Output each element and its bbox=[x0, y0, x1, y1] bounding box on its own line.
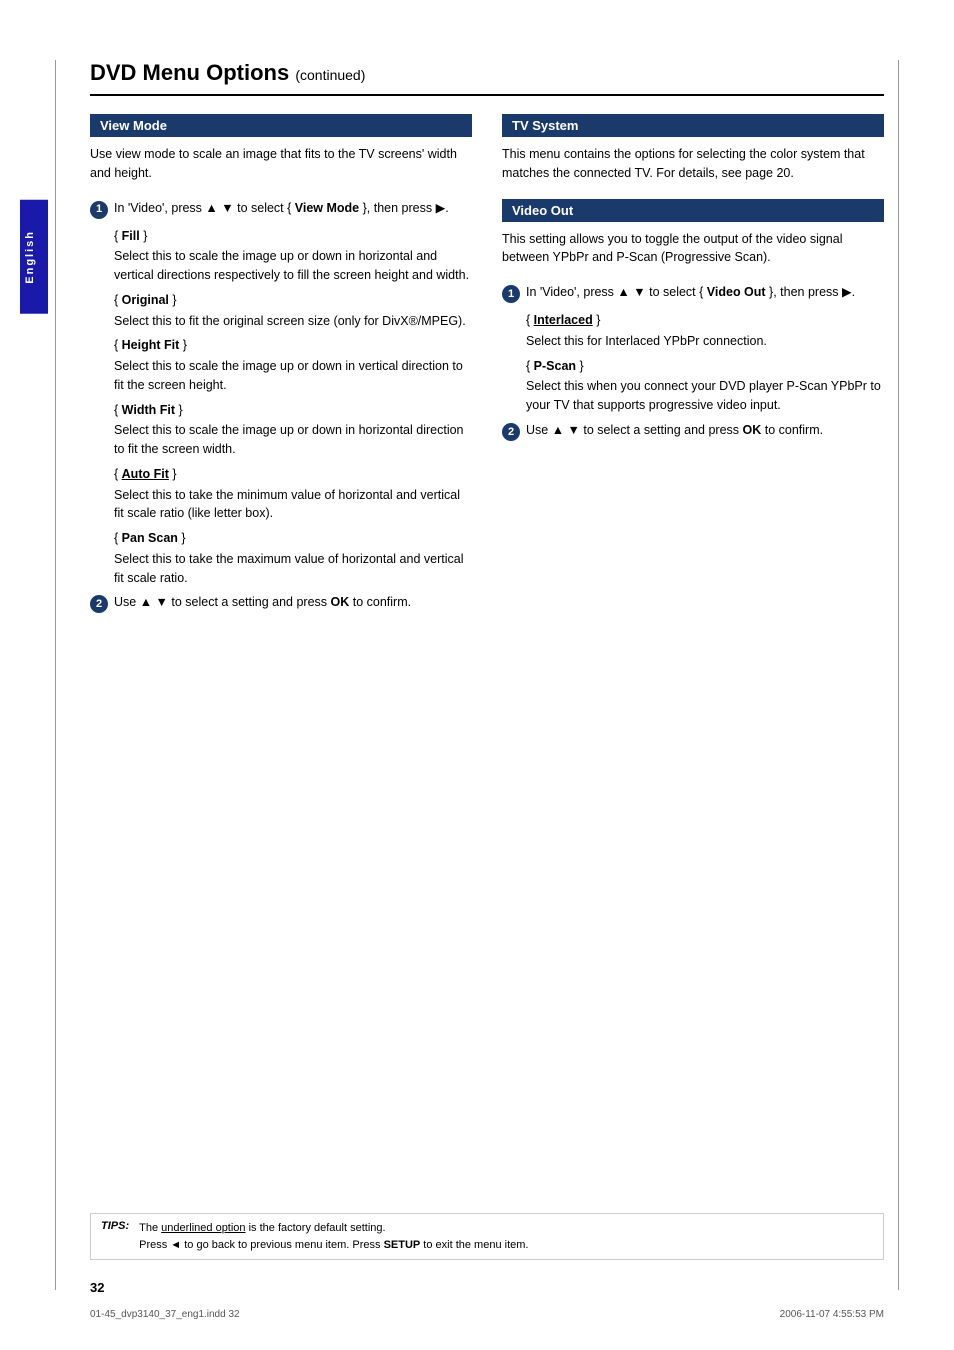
sidebar-language-label: English bbox=[20, 200, 48, 314]
tips-label: TIPS: bbox=[101, 1220, 129, 1253]
page-number: 32 bbox=[90, 1280, 104, 1295]
page-title: DVD Menu Options (continued) bbox=[90, 60, 884, 96]
option-original: { Original } Select this to fit the orig… bbox=[114, 291, 472, 331]
video-out-intro: This setting allows you to toggle the ou… bbox=[502, 230, 884, 268]
tips-box: TIPS: The underlined option is the facto… bbox=[90, 1213, 884, 1260]
video-step1-number: 1 bbox=[502, 285, 520, 303]
tv-system-header: TV System bbox=[502, 114, 884, 137]
option-p-scan: { P-Scan } Select this when you connect … bbox=[526, 357, 884, 415]
footer-file: 01-45_dvp3140_37_eng1.indd 32 bbox=[90, 1309, 240, 1320]
tips-line2: Press ◄ to go back to previous menu item… bbox=[139, 1237, 528, 1254]
view-mode-intro: Use view mode to scale an image that fit… bbox=[90, 145, 472, 183]
main-content: View Mode Use view mode to scale an imag… bbox=[90, 114, 884, 621]
tv-system-desc: This menu contains the options for selec… bbox=[502, 145, 884, 183]
option-pan-scan: { Pan Scan } Select this to take the max… bbox=[114, 529, 472, 587]
video-out-header: Video Out bbox=[502, 199, 884, 222]
video-out-step1: 1 In 'Video', press ▲ ▼ to select { Vide… bbox=[502, 283, 884, 303]
right-column: TV System This menu contains the options… bbox=[502, 114, 884, 621]
left-column: View Mode Use view mode to scale an imag… bbox=[90, 114, 472, 621]
option-auto-fit: { Auto Fit } Select this to take the min… bbox=[114, 465, 472, 523]
step1-text: In 'Video', press ▲ ▼ to select { View M… bbox=[114, 199, 472, 218]
view-mode-step1: 1 In 'Video', press ▲ ▼ to select { View… bbox=[90, 199, 472, 219]
video-step2-number: 2 bbox=[502, 423, 520, 441]
video-step1-text: In 'Video', press ▲ ▼ to select { Video … bbox=[526, 283, 884, 302]
left-border bbox=[55, 60, 56, 1290]
step1-number: 1 bbox=[90, 201, 108, 219]
footer-date: 2006-11-07 4:55:53 PM bbox=[780, 1309, 884, 1320]
option-fill: { Fill } Select this to scale the image … bbox=[114, 227, 472, 285]
view-mode-step2: 2 Use ▲ ▼ to select a setting and press … bbox=[90, 593, 472, 613]
step2-text: Use ▲ ▼ to select a setting and press OK… bbox=[114, 593, 472, 612]
page: English DVD Menu Options (continued) Vie… bbox=[0, 0, 954, 1350]
option-interlaced: { Interlaced } Select this for Interlace… bbox=[526, 311, 884, 351]
step2-number: 2 bbox=[90, 595, 108, 613]
video-out-step2: 2 Use ▲ ▼ to select a setting and press … bbox=[502, 421, 884, 441]
video-step2-text: Use ▲ ▼ to select a setting and press OK… bbox=[526, 421, 884, 440]
view-mode-header: View Mode bbox=[90, 114, 472, 137]
option-height-fit: { Height Fit } Select this to scale the … bbox=[114, 336, 472, 394]
option-width-fit: { Width Fit } Select this to scale the i… bbox=[114, 401, 472, 459]
tips-content: The underlined option is the factory def… bbox=[139, 1220, 528, 1253]
tips-line1: The underlined option is the factory def… bbox=[139, 1220, 528, 1237]
right-border bbox=[898, 60, 899, 1290]
